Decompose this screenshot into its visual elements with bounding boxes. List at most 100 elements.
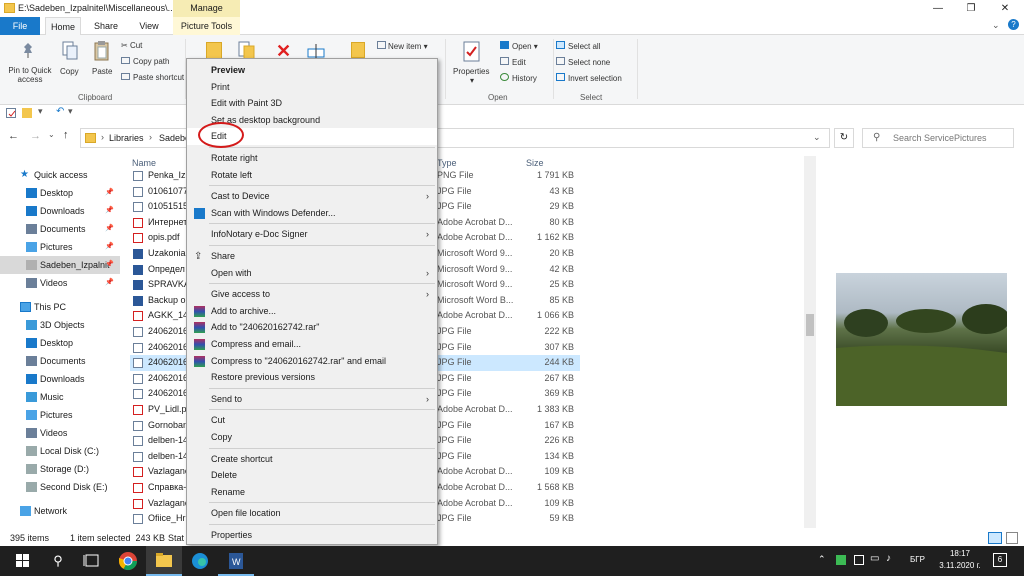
nav-quick-item[interactable]: Pictures 📌 xyxy=(0,238,120,256)
nav-quick-item[interactable]: Desktop 📌 xyxy=(0,184,120,202)
up-arrow-icon[interactable]: ↑ xyxy=(63,129,69,141)
start-windows-icon[interactable] xyxy=(4,546,40,576)
maximize-button[interactable]: ❐ xyxy=(954,0,988,17)
menu-item-share[interactable]: ⇪ Share xyxy=(187,248,437,265)
edge-icon[interactable] xyxy=(182,546,218,576)
large-icons-view-icon[interactable] xyxy=(1006,532,1018,544)
new-folder-icon[interactable] xyxy=(351,42,365,58)
nav-quick-item[interactable]: Downloads 📌 xyxy=(0,202,120,220)
forward-arrow-icon[interactable]: → xyxy=(30,130,41,142)
manage-contextual-tab[interactable]: Manage xyxy=(173,0,240,17)
file-explorer-icon[interactable] xyxy=(146,546,182,576)
nav-this-pc[interactable]: This PC xyxy=(0,298,120,316)
menu-item-compress-to-240620162742-rar-and-email[interactable]: Compress to "240620162742.rar" and email xyxy=(187,353,437,370)
menu-item-properties[interactable]: Properties xyxy=(187,527,437,544)
paste-shortcut-button[interactable]: Paste shortcut xyxy=(121,73,184,82)
pin-quick-access-button[interactable]: Pin to Quick access xyxy=(4,66,56,84)
search-input[interactable]: ⚲ Search ServicePictures xyxy=(862,128,1014,148)
details-view-icon[interactable] xyxy=(988,532,1002,544)
tab-picture-tools[interactable]: Picture Tools xyxy=(173,17,240,35)
copy-icon[interactable] xyxy=(61,40,79,62)
menu-item-print[interactable]: Print xyxy=(187,79,437,96)
menu-item-cast-to-device[interactable]: Cast to Device › xyxy=(187,188,437,205)
new-folder-qat-icon[interactable] xyxy=(22,108,32,118)
properties-icon[interactable] xyxy=(462,40,482,64)
properties-qat-icon[interactable] xyxy=(6,108,16,118)
cut-button[interactable]: ✂ Cut xyxy=(121,41,142,50)
nav-pc-item[interactable]: 3D Objects xyxy=(0,316,120,334)
properties-button[interactable]: Properties xyxy=(453,67,489,76)
task-view-icon[interactable] xyxy=(74,546,110,576)
close-button[interactable]: ✕ xyxy=(988,0,1022,17)
menu-item-add-to-archive[interactable]: Add to archive... xyxy=(187,303,437,320)
menu-item-edit-with-paint-3d[interactable]: Edit with Paint 3D xyxy=(187,95,437,112)
notifications-icon[interactable]: 6 xyxy=(993,553,1007,567)
menu-item-scan-with-windows-defender[interactable]: Scan with Windows Defender... xyxy=(187,205,437,222)
menu-item-compress-and-email[interactable]: Compress and email... xyxy=(187,336,437,353)
tab-file[interactable]: File xyxy=(0,17,40,35)
menu-item-create-shortcut[interactable]: Create shortcut xyxy=(187,451,437,468)
menu-item-rotate-left[interactable]: Rotate left xyxy=(187,167,437,184)
column-header-name[interactable]: Name xyxy=(132,158,156,168)
nav-pc-item[interactable]: Local Disk (C:) xyxy=(0,442,120,460)
scrollbar-thumb[interactable] xyxy=(806,314,814,336)
refresh-icon[interactable]: ↻ xyxy=(834,128,854,148)
volume-icon[interactable]: ♪ xyxy=(886,553,891,564)
menu-item-rotate-right[interactable]: Rotate right xyxy=(187,150,437,167)
select-none-button[interactable]: Select none xyxy=(556,57,610,67)
menu-item-cut[interactable]: Cut xyxy=(187,412,437,429)
menu-item-rename[interactable]: Rename xyxy=(187,484,437,501)
search-taskbar-icon[interactable]: ⚲ xyxy=(40,546,76,576)
nav-pc-item[interactable]: Storage (D:) xyxy=(0,460,120,478)
customize-qat-icon[interactable]: ▾ xyxy=(68,106,73,117)
nav-pc-item[interactable]: Second Disk (E:) xyxy=(0,478,120,496)
copy-button[interactable]: Copy xyxy=(60,67,79,76)
tab-share[interactable]: Share xyxy=(88,17,124,35)
menu-item-give-access-to[interactable]: Give access to › xyxy=(187,286,437,303)
new-item-button[interactable]: New item ▾ xyxy=(377,41,428,51)
nav-pc-item[interactable]: Desktop xyxy=(0,334,120,352)
tray-chevron-icon[interactable]: ⌃ xyxy=(818,554,826,565)
menu-item-preview[interactable]: Preview xyxy=(187,62,437,79)
tray-app-icon[interactable] xyxy=(836,555,846,565)
battery-icon[interactable] xyxy=(854,555,864,565)
qat-dropdown-icon[interactable]: ▾ xyxy=(38,106,43,117)
nav-pc-item[interactable]: Downloads xyxy=(0,370,120,388)
breadcrumb-libraries[interactable]: Libraries xyxy=(109,133,144,143)
undo-icon[interactable]: ↶ xyxy=(56,106,64,117)
chevron-down-icon[interactable]: ⌄ xyxy=(992,20,1000,31)
nav-quick-access[interactable]: ★ Quick access xyxy=(0,166,120,184)
nav-quick-item[interactable]: Documents 📌 xyxy=(0,220,120,238)
address-dropdown-icon[interactable]: ⌄ xyxy=(813,132,821,143)
history-button[interactable]: History xyxy=(500,73,537,83)
menu-item-send-to[interactable]: Send to › xyxy=(187,391,437,408)
menu-item-infonotary-e-doc-signer[interactable]: InfoNotary e-Doc Signer › xyxy=(187,226,437,243)
recent-locations-icon[interactable]: ⌄ xyxy=(48,130,55,139)
nav-pc-item[interactable]: Music xyxy=(0,388,120,406)
invert-selection-button[interactable]: Invert selection xyxy=(556,73,622,83)
language-indicator[interactable]: БГР xyxy=(910,555,925,564)
nav-quick-item[interactable]: Sadeben_Izpalnit 📌 xyxy=(0,256,120,274)
menu-item-open-file-location[interactable]: Open file location xyxy=(187,505,437,522)
paste-button[interactable]: Paste xyxy=(92,67,112,76)
column-header-size[interactable]: Size xyxy=(526,158,544,168)
paste-icon[interactable] xyxy=(93,40,111,62)
menu-item-copy[interactable]: Copy xyxy=(187,429,437,446)
tab-view[interactable]: View xyxy=(132,17,166,35)
select-all-button[interactable]: Select all xyxy=(556,41,600,51)
menu-item-delete[interactable]: Delete xyxy=(187,467,437,484)
edit-button[interactable]: Edit xyxy=(500,57,526,67)
minimize-button[interactable]: — xyxy=(921,0,955,17)
nav-pc-item[interactable]: Documents xyxy=(0,352,120,370)
nav-quick-item[interactable]: Videos 📌 xyxy=(0,274,120,292)
menu-item-restore-previous-versions[interactable]: Restore previous versions xyxy=(187,369,437,386)
clock[interactable]: 18:17 3.11.2020 г. xyxy=(938,549,982,570)
help-icon[interactable]: ? xyxy=(1008,19,1019,30)
nav-pc-item[interactable]: Pictures xyxy=(0,406,120,424)
copy-path-button[interactable]: Copy path xyxy=(121,57,169,66)
nav-pc-item[interactable]: Videos xyxy=(0,424,120,442)
pin-icon[interactable] xyxy=(20,41,36,59)
vertical-scrollbar[interactable] xyxy=(804,156,816,528)
tab-home[interactable]: Home xyxy=(45,17,81,35)
properties-dropdown-arrow[interactable]: ▾ xyxy=(470,76,474,85)
